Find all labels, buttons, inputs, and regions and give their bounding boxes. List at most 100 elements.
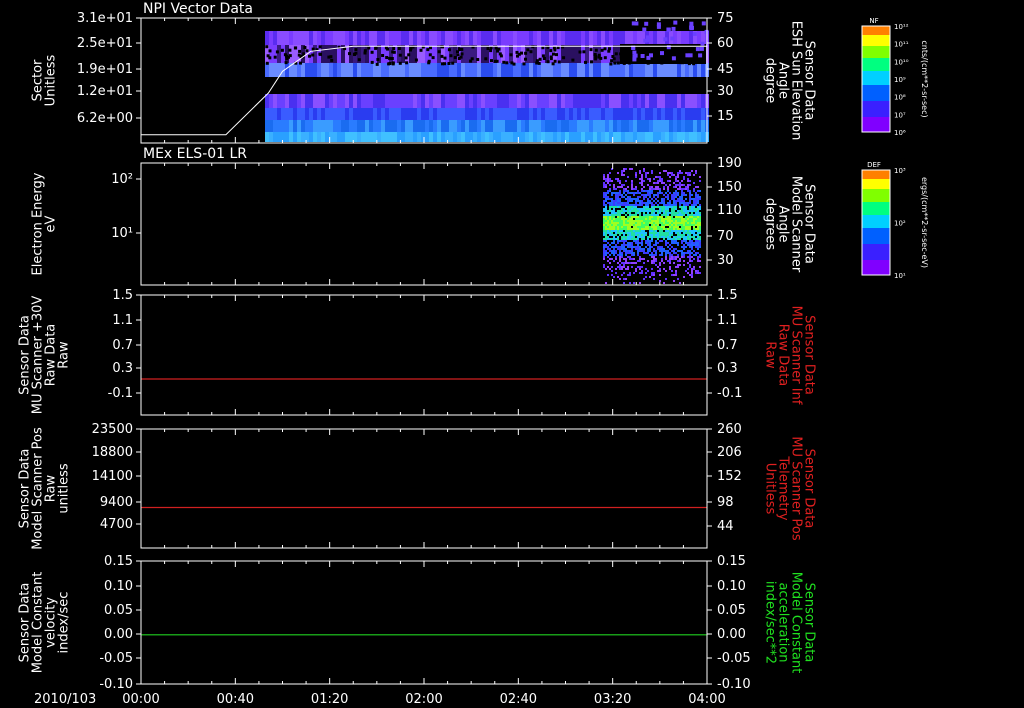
heatmap-cell	[675, 186, 677, 188]
heatmap-cell	[605, 240, 607, 242]
heatmap-cell	[603, 228, 605, 230]
heatmap-cell	[635, 270, 637, 272]
heatmap-cell	[605, 180, 607, 182]
heatmap-cell	[611, 246, 613, 248]
heatmap-cell	[605, 230, 607, 232]
heatmap-cell	[661, 214, 663, 216]
heatmap-cell	[565, 63, 569, 77]
heatmap-cell	[370, 60, 374, 64]
heatmap-cell	[645, 202, 647, 204]
heatmap-cell	[447, 48, 451, 52]
heatmap-cell	[603, 200, 605, 202]
colorbar-cell	[862, 205, 890, 206]
heatmap-cell	[469, 120, 473, 132]
heatmap-cell	[625, 236, 627, 238]
heatmap-cell	[581, 45, 585, 63]
heatmap-cell	[633, 238, 635, 240]
heatmap-cell	[625, 240, 627, 242]
heatmap-cell	[361, 63, 365, 77]
heatmap-cell	[521, 94, 525, 108]
heatmap-cell	[461, 63, 465, 77]
heatmap-cell	[677, 236, 679, 238]
heatmap-cell	[627, 266, 629, 268]
heatmap-cell	[621, 196, 623, 198]
heatmap-cell	[615, 218, 617, 220]
heatmap-cell	[617, 262, 619, 264]
heatmap-cell	[687, 232, 689, 234]
heatmap-cell	[635, 248, 637, 250]
heatmap-cell	[541, 54, 545, 58]
heatmap-cell	[687, 238, 689, 240]
heatmap-cell	[689, 236, 691, 238]
heatmap-cell	[699, 230, 701, 232]
y2-axis-label: Sensor DataESH Sun ElevationAngledegree	[763, 21, 817, 141]
heatmap-cell	[641, 204, 643, 206]
heatmap-cell	[673, 240, 675, 242]
heatmap-cell	[594, 48, 598, 52]
heatmap-cell	[643, 216, 645, 218]
colorbar-cell	[862, 209, 890, 210]
heatmap-cell	[669, 258, 671, 260]
heatmap-cell	[597, 53, 601, 57]
colorbar-cell	[862, 208, 890, 209]
colorbar-tick-label: 10⁷	[894, 111, 906, 119]
heatmap-cell	[667, 206, 669, 208]
heatmap-cell	[605, 254, 607, 256]
heatmap-cell	[397, 94, 401, 108]
heatmap-cell	[695, 47, 700, 52]
heatmap-cell	[687, 244, 689, 246]
heatmap-cell	[615, 252, 617, 254]
colorbar-cell	[862, 35, 890, 36]
heatmap-cell	[629, 214, 631, 216]
heatmap-cell	[693, 238, 695, 240]
heatmap-cell	[621, 244, 623, 246]
heatmap-cell	[657, 194, 659, 196]
heatmap-cell	[597, 31, 601, 45]
heatmap-cell	[701, 108, 705, 120]
heatmap-cell	[661, 222, 663, 224]
heatmap-cell	[321, 120, 325, 132]
heatmap-cell	[609, 224, 611, 226]
heatmap-cell	[603, 244, 605, 246]
heatmap-cell	[661, 240, 663, 242]
colorbar-cell	[862, 267, 890, 268]
heatmap-cell	[493, 63, 497, 77]
heatmap-cell	[687, 188, 689, 190]
heatmap-cell	[552, 46, 556, 50]
heatmap-cell	[611, 192, 613, 194]
heatmap-cell	[615, 238, 617, 240]
heatmap-cell	[593, 31, 597, 45]
heatmap-cell	[683, 210, 685, 212]
heatmap-cell	[699, 220, 701, 222]
colorbar-cell	[862, 80, 890, 81]
heatmap-cell	[645, 108, 649, 120]
heatmap-cell	[669, 212, 671, 214]
heatmap-cell	[273, 45, 277, 63]
colorbar-cell	[862, 253, 890, 254]
colorbar-cell	[862, 104, 890, 105]
heatmap-cell	[685, 218, 687, 220]
heatmap-cell	[671, 242, 673, 244]
heatmap-cell	[413, 108, 417, 120]
heatmap-cell	[665, 224, 667, 226]
colorbar-label: DEF	[867, 161, 881, 169]
heatmap-cell	[265, 132, 269, 142]
heatmap-cell	[691, 208, 693, 210]
heatmap-cell	[385, 31, 389, 45]
colorbar-cell	[862, 52, 890, 53]
heatmap-cell	[603, 224, 605, 226]
heatmap-cell	[617, 202, 619, 204]
heatmap-cell	[649, 246, 651, 248]
heatmap-cell	[675, 272, 677, 274]
heatmap-cell	[631, 184, 633, 186]
y2-tick-label: 0.15	[717, 554, 746, 569]
heatmap-cell	[605, 214, 607, 216]
heatmap-cell	[637, 198, 639, 200]
heatmap-cell	[689, 226, 691, 228]
heatmap-cell	[581, 108, 585, 120]
heatmap-cell	[645, 240, 647, 242]
heatmap-cell	[653, 210, 655, 212]
heatmap-cell	[613, 184, 615, 186]
heatmap-cell	[611, 266, 613, 268]
colorbar-cell	[862, 33, 890, 34]
